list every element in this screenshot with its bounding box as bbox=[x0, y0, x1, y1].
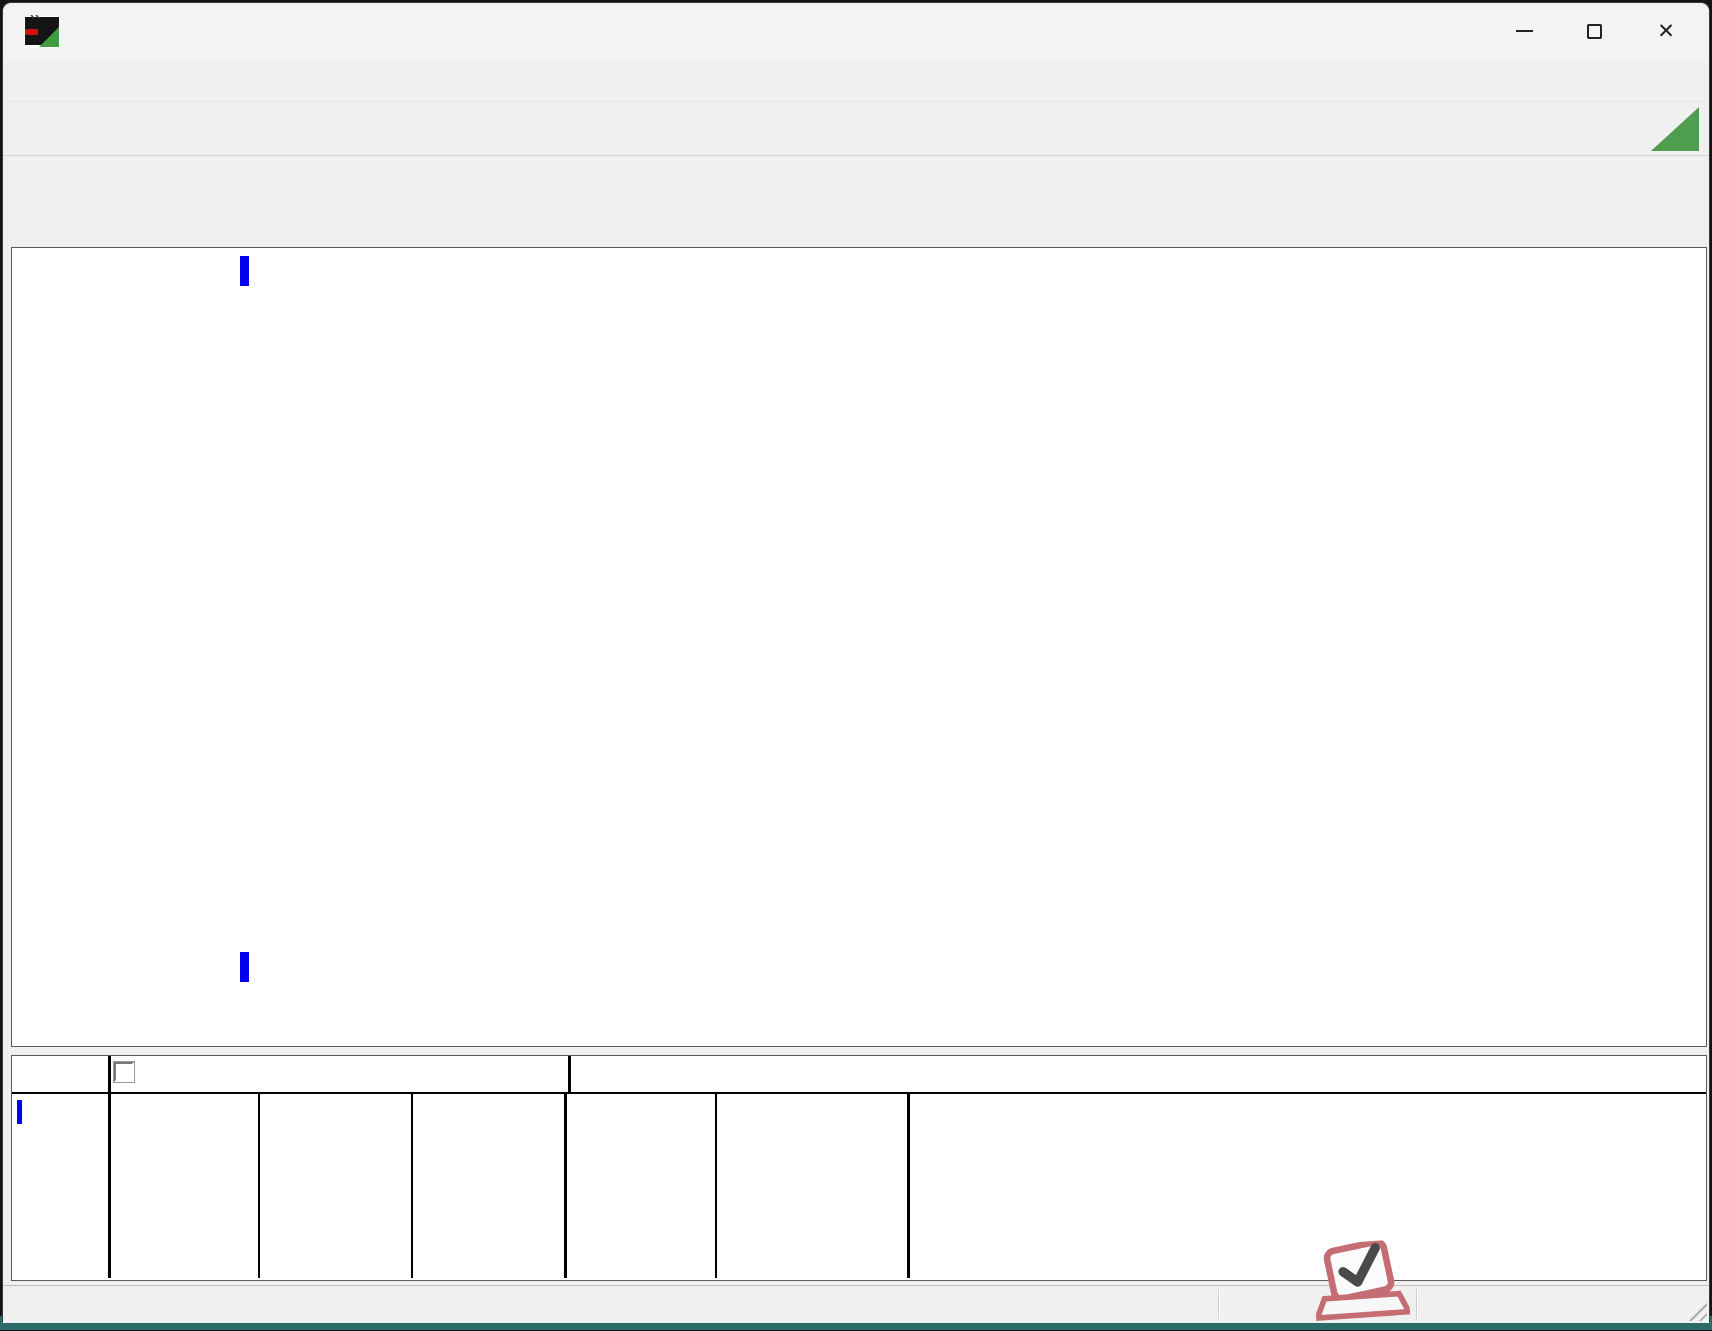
browse-status bbox=[463, 172, 547, 193]
maximize-icon bbox=[1587, 24, 1602, 39]
resize-grip[interactable] bbox=[1683, 1297, 1707, 1321]
status-bar-divider bbox=[1416, 1289, 1418, 1319]
table-grid-line bbox=[108, 1092, 111, 1278]
close-button[interactable]: ✕ bbox=[1633, 3, 1699, 59]
minavrmax-checkbox[interactable] bbox=[114, 1062, 134, 1082]
corner-triangle-decoration bbox=[1651, 107, 1699, 151]
menu-bar bbox=[3, 61, 1709, 101]
title-bar: ✕ bbox=[3, 3, 1709, 61]
records-status bbox=[463, 202, 488, 223]
table-grid-line bbox=[411, 1092, 413, 1278]
status-panel bbox=[3, 155, 1709, 247]
table-grid-line bbox=[258, 1092, 260, 1278]
minimize-button[interactable] bbox=[1491, 3, 1557, 59]
table-grid-line bbox=[564, 1092, 567, 1278]
channel-status bbox=[15, 202, 83, 223]
table-grid-line bbox=[108, 1056, 111, 1092]
status-bar bbox=[3, 1285, 1709, 1323]
close-icon: ✕ bbox=[1657, 21, 1675, 42]
table-grid-line bbox=[907, 1092, 910, 1278]
power-trend-plot[interactable] bbox=[234, 248, 1694, 993]
chart-panel[interactable] bbox=[11, 247, 1707, 1047]
minimize-icon bbox=[1516, 30, 1533, 32]
metrawin-window: ✕ bbox=[2, 2, 1710, 1322]
cell-cursor-right bbox=[717, 1100, 867, 1121]
toolbar bbox=[3, 101, 1709, 155]
status-bar-divider bbox=[1218, 1289, 1220, 1319]
measurement-table bbox=[11, 1055, 1707, 1281]
gossen-metrawatt-logo-icon bbox=[23, 15, 61, 49]
table-grid-line bbox=[568, 1056, 571, 1092]
maximize-button[interactable] bbox=[1561, 3, 1627, 59]
channel-color-marker bbox=[17, 1100, 22, 1124]
trigger-status bbox=[15, 172, 67, 193]
header-divider bbox=[12, 1092, 1706, 1094]
